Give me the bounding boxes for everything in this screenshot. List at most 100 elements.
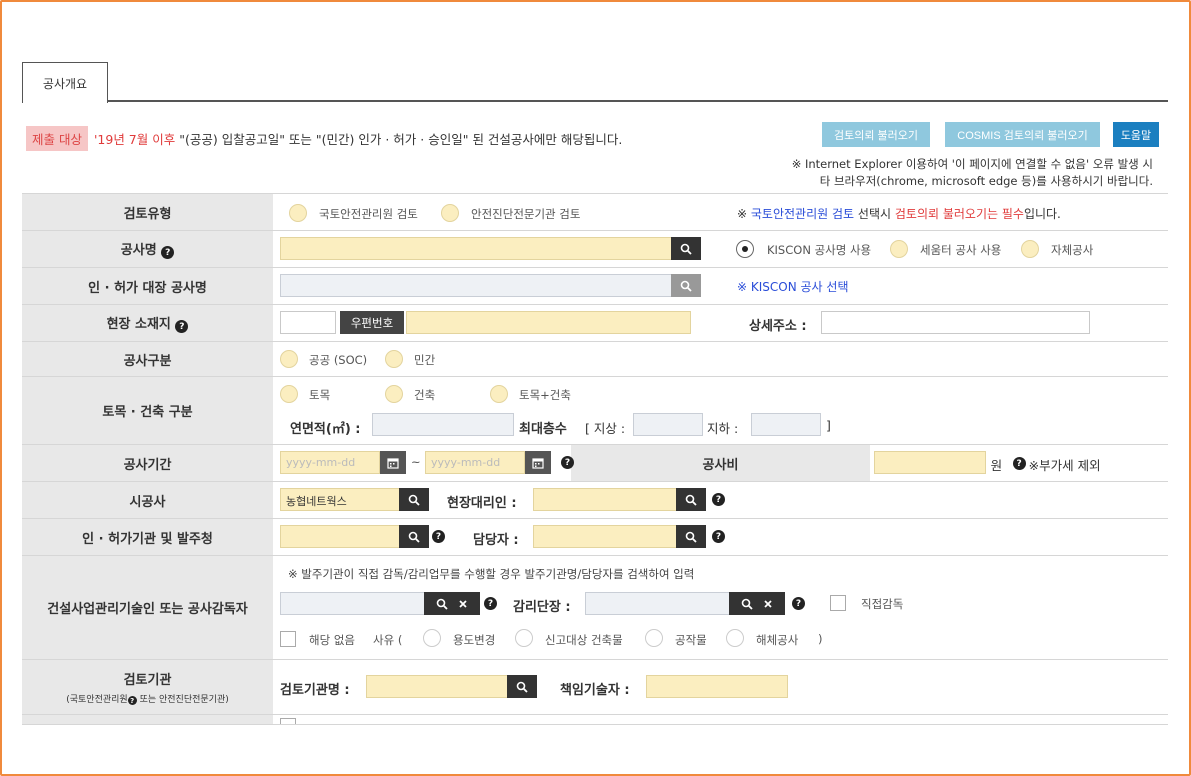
radio-private[interactable] (385, 350, 403, 368)
row-civil-building: 토목 · 건축 구분 토목 건축 토목+건축 연면적(㎡) : 최대층수 [ 지… (22, 376, 1168, 445)
row-project-class: 공사구분 공공 (SOC) 민간 (22, 341, 1168, 377)
question-icon[interactable]: ? (175, 320, 189, 334)
floor-area-input[interactable] (372, 413, 514, 436)
close-icon[interactable] (763, 599, 773, 609)
radio-civil[interactable] (280, 385, 298, 403)
site-agent-input[interactable] (533, 488, 677, 511)
review-org-input[interactable] (366, 675, 508, 698)
chief-supervisor-label: 감리단장 : (513, 600, 571, 615)
notice-highlight: '19년 7월 이후 (93, 132, 176, 147)
note-suffix: 입니다. (1023, 207, 1061, 221)
search-icon[interactable] (399, 525, 429, 548)
radio-public[interactable] (280, 350, 298, 368)
radio-self-project[interactable] (1021, 240, 1039, 258)
radio-label-civil: 토목 (309, 388, 331, 402)
radio-kiscon-name[interactable] (736, 240, 754, 258)
search-icon[interactable] (436, 598, 448, 610)
calendar-icon[interactable] (380, 451, 406, 474)
help-button[interactable]: 도움말 (1113, 122, 1159, 147)
radio-label-civil-building: 토목+건축 (519, 388, 571, 402)
calendar-icon[interactable] (525, 451, 551, 474)
label-period: 공사기간 (22, 444, 273, 482)
question-icon[interactable]: ? (712, 493, 725, 506)
chief-supervisor-input[interactable] (585, 592, 730, 615)
supervisor-note: ※ 발주기관이 직접 감독/감리업무를 수행할 경우 발주기관명/담당자를 검색… (288, 567, 695, 581)
close-icon[interactable] (458, 599, 468, 609)
search-icon[interactable] (741, 598, 753, 610)
detail-address-input[interactable] (821, 311, 1090, 334)
project-name-input[interactable] (280, 237, 672, 260)
radio-label-report-building: 신고대상 건축물 (545, 633, 623, 647)
browser-notice: ※ Internet Explorer 이용하여 '이 페이지에 연결할 수 없… (792, 156, 1153, 190)
review-load-button[interactable]: 검토의뢰 불러오기 (822, 122, 930, 147)
radio-label-agency: 안전진단전문기관 검토 (471, 207, 581, 221)
zipcode-input[interactable] (280, 311, 336, 334)
label-review-org-sub: (국토안전관리원? 또는 안전진단전문기관) (22, 692, 273, 706)
search-icon[interactable] (671, 237, 701, 260)
submission-notice: 제출 대상 '19년 7월 이후 "(공공) 입찰공고일" 또는 "(민간) 인… (26, 126, 622, 151)
review-org-name-label: 검토기관명 : (280, 683, 350, 698)
end-date-input[interactable]: yyyy-mm-dd (425, 451, 525, 474)
row-review-org: 검토기관 (국토안전관리원? 또는 안전진단전문기관) 검토기관명 : 책임기술… (22, 659, 1168, 715)
search-icon[interactable] (676, 488, 706, 511)
radio-structure[interactable] (645, 629, 663, 647)
question-icon[interactable]: ? (712, 530, 725, 543)
manager-input[interactable] (533, 525, 677, 548)
search-icon[interactable] (507, 675, 537, 698)
question-icon[interactable]: ? (792, 597, 805, 610)
label-site-address-text: 현장 소재지 (106, 316, 171, 332)
chief-search-buttons (729, 592, 785, 615)
cost-input[interactable] (873, 451, 986, 474)
max-floors-label: 최대층수 (519, 422, 567, 437)
below-ground-input[interactable] (751, 413, 821, 436)
label-review-org-text: 검토기관 (123, 672, 172, 688)
address-input[interactable] (406, 311, 691, 334)
tab-project-overview[interactable]: 공사개요 (22, 62, 108, 103)
reason-label: 사유 ( (373, 633, 403, 647)
direct-supervision-checkbox[interactable] (830, 595, 846, 611)
reason-close: ) (818, 632, 823, 646)
question-icon[interactable]: ? (561, 456, 574, 469)
radio-demolition[interactable] (726, 629, 744, 647)
close-bracket: ] (826, 418, 831, 433)
question-icon[interactable]: ? (484, 597, 497, 610)
permit-agency-input[interactable] (280, 525, 400, 548)
search-icon[interactable] (676, 525, 706, 548)
engineer-input[interactable] (646, 675, 788, 698)
not-applicable-label: 해당 없음 (309, 633, 355, 647)
row-supervisor: 건설사업관리기술인 또는 공사감독자 ※ 발주기관이 직접 감독/감리업무를 수… (22, 555, 1168, 660)
contractor-input[interactable]: 농협네트웍스 (280, 488, 400, 511)
radio-review-kalis[interactable] (289, 204, 307, 222)
date-range-tilde: ~ (411, 455, 421, 469)
question-icon[interactable]: ? (432, 530, 445, 543)
kiscon-select-link[interactable]: ※ KISCON 공사 선택 (737, 278, 849, 295)
question-icon[interactable]: ? (1012, 457, 1026, 470)
partial-checkbox[interactable] (280, 718, 296, 724)
radio-review-agency[interactable] (441, 204, 459, 222)
sublabel-part2: 또는 안전진단전문기관) (139, 694, 229, 705)
question-icon[interactable]: ? (161, 246, 175, 260)
cosmis-load-button[interactable]: COSMIS 검토의뢰 불러오기 (945, 122, 1100, 147)
radio-seumteo[interactable] (890, 240, 908, 258)
search-icon[interactable] (399, 488, 429, 511)
radio-label-kiscon: KISCON 공사명 사용 (767, 243, 872, 257)
search-icon[interactable] (671, 274, 701, 297)
row-review-type: 검토유형 국토안전관리원 검토 안전진단전문기관 검토 ※ 국토안전관리원 검토… (22, 193, 1168, 231)
not-applicable-checkbox[interactable] (280, 631, 296, 647)
start-date-input[interactable]: yyyy-mm-dd (280, 451, 380, 474)
supervisor-input[interactable] (280, 592, 425, 615)
radio-use-change[interactable] (423, 629, 441, 647)
zipcode-button[interactable]: 우편번호 (340, 311, 404, 334)
radio-building[interactable] (385, 385, 403, 403)
below-ground-label: 지하 : (707, 421, 739, 436)
permit-name-input[interactable] (280, 274, 672, 297)
notice-text: "(공공) 입찰공고일" 또는 "(민간) 인가 · 허가 · 승인일" 된 건… (179, 132, 623, 147)
question-icon[interactable]: ? (127, 696, 137, 706)
radio-label-kalis: 국토안전관리원 검토 (319, 207, 418, 221)
radio-report-building[interactable] (515, 629, 533, 647)
above-ground-input[interactable] (633, 413, 703, 436)
radio-civil-building[interactable] (490, 385, 508, 403)
radio-label-building: 건축 (414, 388, 436, 402)
floor-area-label: 연면적(㎡) : (290, 422, 361, 437)
radio-label-seumteo: 세움터 공사 사용 (920, 243, 1002, 257)
